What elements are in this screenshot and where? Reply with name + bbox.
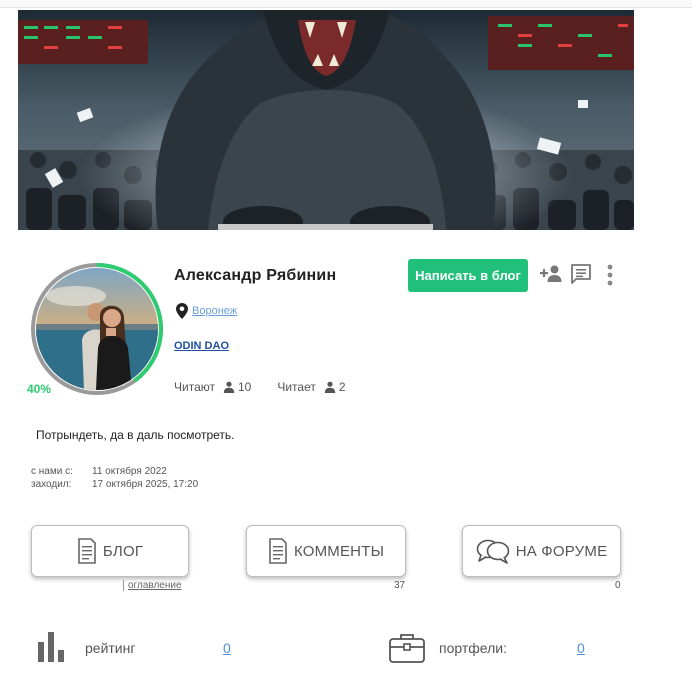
add-friend-icon: [540, 265, 562, 282]
portfolios-label: портфели:: [439, 640, 507, 656]
comments-button[interactable]: КОММЕНТЫ: [246, 525, 406, 577]
comments-count: 37: [394, 580, 406, 591]
blog-button[interactable]: БЛОГ: [31, 525, 189, 577]
followers-count[interactable]: 10: [238, 380, 251, 394]
since-label: с нами с:: [31, 466, 73, 477]
rating-bars-icon: [38, 632, 64, 662]
city-link[interactable]: Воронеж: [192, 305, 237, 317]
since-value: 11 октября 2022: [92, 466, 167, 477]
forum-label: НА ФОРУМЕ: [515, 542, 608, 560]
location-pin-icon: [176, 303, 188, 319]
comments-doc-icon: [269, 538, 287, 564]
user-name: Александр Рябинин: [174, 267, 337, 284]
profile-completion-percent: 40%: [27, 382, 52, 396]
blog-label: БЛОГ: [102, 542, 144, 560]
more-vert-icon: [607, 264, 613, 286]
top-browser-line: [0, 0, 692, 8]
blog-doc-icon: [78, 538, 96, 564]
rating-value[interactable]: 0: [223, 640, 231, 656]
briefcase-icon: [389, 634, 425, 663]
user-location: Воронеж: [176, 303, 237, 319]
avatar-photo: [36, 268, 158, 390]
visited-label: заходил:: [31, 479, 72, 490]
more-options-button[interactable]: [606, 264, 614, 291]
send-message-button[interactable]: [571, 264, 591, 289]
avatar[interactable]: [30, 262, 164, 396]
person-icon: [223, 381, 235, 393]
following-label[interactable]: Читает: [277, 380, 316, 394]
group-link[interactable]: ODIN DAO: [174, 340, 229, 352]
forum-button[interactable]: НА ФОРУМЕ: [462, 525, 621, 577]
person-icon: [324, 381, 336, 393]
add-friend-button[interactable]: [540, 264, 562, 289]
comments-label: КОММЕНТЫ: [293, 542, 385, 560]
user-dates: с нами с: 11 октября 2022 заходил: 17 октя…: [31, 465, 198, 491]
write-blog-button[interactable]: Написать в блог: [408, 259, 528, 292]
rating-label: рейтинг: [85, 640, 136, 656]
following-count[interactable]: 2: [339, 380, 346, 394]
forum-count: 0: [615, 580, 621, 591]
follow-stats: Читают 10 Читает 2: [174, 380, 346, 394]
profile-banner: [18, 10, 634, 230]
portfolios-value[interactable]: 0: [577, 640, 585, 656]
visited-value: 17 октября 2025, 17:20: [92, 479, 199, 490]
user-status: Потрындеть, да в даль посмотреть.: [36, 428, 235, 442]
followers-label[interactable]: Читают: [174, 380, 215, 394]
forum-chat-icon: [476, 539, 510, 564]
message-icon: [571, 264, 591, 284]
blog-toc-link[interactable]: оглавление: [123, 580, 182, 591]
